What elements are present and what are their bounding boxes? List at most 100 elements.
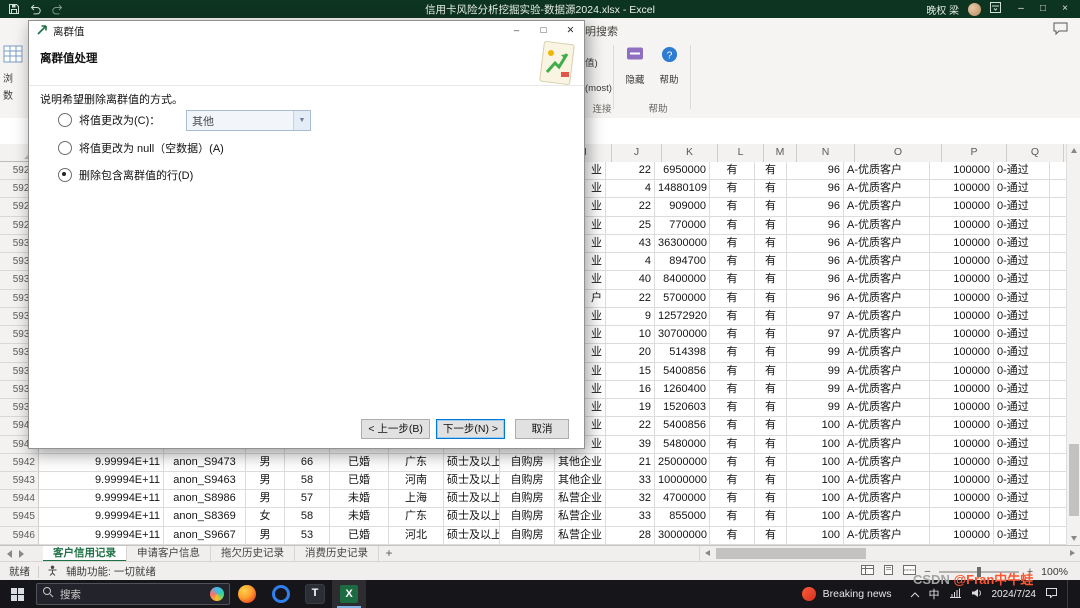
cell[interactable]: 100000: [930, 326, 994, 344]
cell[interactable]: 有: [755, 198, 787, 216]
cell[interactable]: anon_S9463: [164, 472, 246, 490]
cell[interactable]: 有: [710, 527, 755, 545]
taskbar-app-firefox[interactable]: [230, 580, 264, 608]
cell[interactable]: 9.99994E+11: [39, 454, 164, 472]
cell[interactable]: 10000000: [655, 472, 710, 490]
cell[interactable]: 女: [246, 508, 285, 526]
cell[interactable]: 894700: [655, 253, 710, 271]
cell[interactable]: 0-通过: [994, 290, 1050, 308]
cell[interactable]: 39: [606, 436, 655, 454]
cell[interactable]: 100000: [930, 253, 994, 271]
cell[interactable]: 广东: [389, 508, 444, 526]
cell[interactable]: 97: [787, 326, 844, 344]
cell[interactable]: 有: [710, 290, 755, 308]
cell[interactable]: 0-通过: [994, 472, 1050, 490]
cell[interactable]: 有: [755, 162, 787, 180]
cell[interactable]: 0-通过: [994, 399, 1050, 417]
cell[interactable]: 9.99994E+11: [39, 508, 164, 526]
cell[interactable]: A-优质客户: [844, 454, 930, 472]
cell[interactable]: 5480000: [655, 436, 710, 454]
help-button[interactable]: ? 帮助: [652, 46, 686, 86]
cell[interactable]: 30000000: [655, 527, 710, 545]
user-avatar[interactable]: [968, 3, 981, 16]
prev-sheet-arrow[interactable]: [7, 550, 12, 558]
cell[interactable]: 909000: [655, 198, 710, 216]
cell[interactable]: 19: [606, 399, 655, 417]
cell[interactable]: A-优质客户: [844, 436, 930, 454]
cell[interactable]: 其他企业: [555, 472, 606, 490]
horizontal-scroll-thumb[interactable]: [716, 548, 866, 559]
cell[interactable]: 有: [755, 363, 787, 381]
cell[interactable]: A-优质客户: [844, 162, 930, 180]
cell[interactable]: 0-通过: [994, 326, 1050, 344]
cell[interactable]: 有: [710, 436, 755, 454]
cell[interactable]: 有: [755, 326, 787, 344]
browse-data-button-fragment[interactable]: 浏 数: [3, 45, 29, 102]
cell[interactable]: 有: [710, 508, 755, 526]
start-button[interactable]: [0, 580, 34, 608]
cell[interactable]: 有: [755, 436, 787, 454]
cell[interactable]: 99: [787, 381, 844, 399]
cell[interactable]: 0-通过: [994, 344, 1050, 362]
cell[interactable]: 有: [755, 217, 787, 235]
cell[interactable]: anon_S8369: [164, 508, 246, 526]
cell[interactable]: 100: [787, 508, 844, 526]
cell[interactable]: 100000: [930, 399, 994, 417]
cell[interactable]: A-优质客户: [844, 527, 930, 545]
cell[interactable]: 有: [755, 235, 787, 253]
cell[interactable]: 有: [755, 271, 787, 289]
cell[interactable]: 58: [285, 508, 330, 526]
cell[interactable]: 53: [285, 527, 330, 545]
cell[interactable]: 22: [606, 417, 655, 435]
cell[interactable]: 有: [755, 381, 787, 399]
ime-indicator[interactable]: 中: [929, 586, 940, 602]
taskbar-app-excel[interactable]: X: [332, 580, 366, 608]
cell[interactable]: 0-通过: [994, 527, 1050, 545]
page-layout-view-button[interactable]: [882, 565, 895, 578]
cell[interactable]: 100000: [930, 217, 994, 235]
cell[interactable]: 25: [606, 217, 655, 235]
cell[interactable]: 有: [710, 490, 755, 508]
cell[interactable]: 0-通过: [994, 162, 1050, 180]
row-header[interactable]: 5945: [0, 508, 39, 526]
cell[interactable]: 22: [606, 198, 655, 216]
cell[interactable]: 25000000: [655, 454, 710, 472]
cell[interactable]: 100: [787, 436, 844, 454]
notification-center-icon[interactable]: [1045, 585, 1058, 603]
cell[interactable]: 0-通过: [994, 271, 1050, 289]
cell[interactable]: 男: [246, 472, 285, 490]
horizontal-scrollbar[interactable]: [699, 546, 1080, 562]
cell[interactable]: 100000: [930, 381, 994, 399]
cell[interactable]: A-优质客户: [844, 290, 930, 308]
cell[interactable]: 770000: [655, 217, 710, 235]
cell[interactable]: 有: [710, 344, 755, 362]
cell[interactable]: 0-通过: [994, 436, 1050, 454]
cell[interactable]: 4700000: [655, 490, 710, 508]
cell[interactable]: 自购房: [500, 508, 555, 526]
cell[interactable]: 0-通过: [994, 308, 1050, 326]
search-highlights-icon[interactable]: [210, 587, 224, 601]
hide-button[interactable]: 隐藏: [618, 46, 652, 86]
sheet-tab-2[interactable]: 拖欠历史记录: [211, 546, 295, 562]
cell[interactable]: 有: [710, 454, 755, 472]
cell[interactable]: 0-通过: [994, 454, 1050, 472]
cell[interactable]: 100000: [930, 271, 994, 289]
cell[interactable]: 100000: [930, 235, 994, 253]
cell[interactable]: 有: [755, 417, 787, 435]
scroll-left-arrow[interactable]: [705, 550, 710, 556]
comments-icon[interactable]: [1053, 22, 1068, 40]
cell[interactable]: 有: [755, 508, 787, 526]
dialog-minimize-button[interactable]: –: [503, 21, 530, 41]
close-button[interactable]: ×: [1054, 0, 1076, 18]
scroll-right-arrow[interactable]: [1070, 550, 1075, 556]
cell[interactable]: 0-通过: [994, 180, 1050, 198]
row-header[interactable]: 5946: [0, 527, 39, 545]
cell[interactable]: 有: [710, 180, 755, 198]
cell[interactable]: 100000: [930, 198, 994, 216]
column-header[interactable]: O: [855, 144, 942, 163]
cell[interactable]: 28: [606, 527, 655, 545]
cell[interactable]: 已婚: [330, 527, 389, 545]
cell[interactable]: 有: [755, 454, 787, 472]
cell[interactable]: 自购房: [500, 454, 555, 472]
column-header[interactable]: L: [718, 144, 764, 163]
